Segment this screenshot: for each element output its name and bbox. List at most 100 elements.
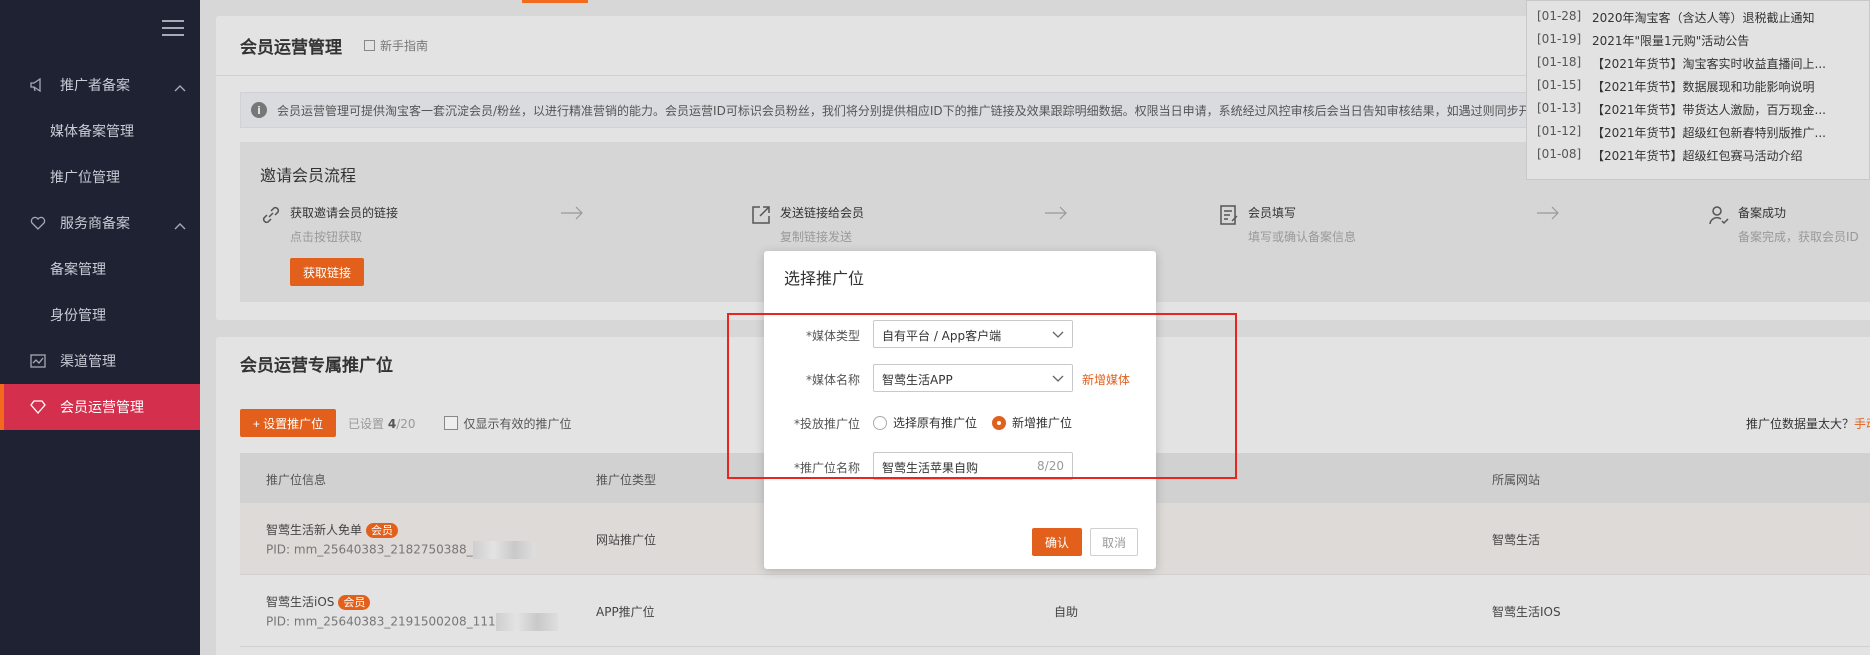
menu-toggle-icon[interactable] xyxy=(162,20,184,36)
too-much-text: 推广位数据量太大？ xyxy=(1745,416,1854,431)
announcement-item[interactable]: [01-28] 2020年淘宝客（含达人等）退税截止通知 xyxy=(1537,9,1869,32)
sidebar-item-channel[interactable]: 渠道管理 xyxy=(0,338,200,384)
announcement-item[interactable]: [01-08] 【2021年货节】超级红包赛马活动介绍 xyxy=(1537,147,1869,170)
pid-text: PID: mm_25640383_2182750388_ xyxy=(266,542,473,557)
announcement-panel: [01-28] 2020年淘宝客（含达人等）退税截止通知 [01-19] 2021年… xyxy=(1526,0,1870,180)
announcement-text: 2020年淘宝客（含达人等）退税截止通知 xyxy=(1592,11,1815,25)
flow-title: 邀请会员流程 xyxy=(260,166,357,185)
checkbox-box[interactable] xyxy=(443,416,458,430)
announcement-item[interactable]: [01-13] 【2021年货节】带货达人激励，百万现金... xyxy=(1537,101,1869,124)
announcement-text: 【2021年货节】数据展现和功能影响说明 xyxy=(1592,80,1815,94)
chevron-up-icon xyxy=(174,218,186,234)
notice-text: 会员运营管理可提供淘宝客一套沉淀会员/粉丝，以进行精准营销的能力。会员运营ID可… xyxy=(277,103,1531,118)
sidebar-group-label: 推广者备案 xyxy=(60,78,130,94)
guide-link[interactable]: 新手指南 xyxy=(364,37,428,54)
announcement-item[interactable]: [01-19] 2021年"限量1元购"活动公告 xyxy=(1537,32,1869,55)
form-icon xyxy=(1218,204,1240,226)
info-icon: i xyxy=(251,102,267,118)
sidebar-item-record-manage[interactable]: 备案管理 xyxy=(0,246,200,292)
set-count-total: /20 xyxy=(396,416,416,431)
announcement-text: 【2021年货节】淘宝客实时收益直播间上... xyxy=(1592,57,1826,71)
input-value: 智莺生活苹果自购 xyxy=(882,461,979,475)
table-row[interactable]: 智莺生活iOS 会员 PID: mm_25640383_2191500208_11… xyxy=(240,575,1870,647)
step-title: 会员填写 xyxy=(1248,206,1297,220)
guide-label: 新手指南 xyxy=(380,39,429,53)
chart-icon xyxy=(28,353,48,369)
sidebar-item-position-manage[interactable]: 推广位管理 xyxy=(0,154,200,200)
announcement-date: [01-08] xyxy=(1537,147,1582,161)
share-icon xyxy=(750,204,772,226)
arrow-right-icon xyxy=(560,206,584,220)
cancel-button[interactable]: 取消 xyxy=(1090,528,1138,556)
radio-new-position[interactable]: 新增推广位 xyxy=(992,414,1072,431)
member-badge: 会员 xyxy=(338,595,371,610)
radio-circle-selected[interactable] xyxy=(992,415,1006,430)
sidebar-group-provider[interactable]: 服务商备案 xyxy=(0,200,200,246)
placement-row: *投放推广位 选择原有推广位 新增推广位 xyxy=(764,408,1156,438)
sidebar-item-identity-manage[interactable]: 身份管理 xyxy=(0,292,200,338)
sidebar-item-media-record[interactable]: 媒体备案管理 xyxy=(0,108,200,154)
step-title: 备案成功 xyxy=(1738,206,1787,220)
column-header: 推广位类型 xyxy=(596,473,657,487)
announcement-item[interactable]: [01-15] 【2021年货节】数据展现和功能影响说明 xyxy=(1537,78,1869,101)
chevron-up-icon xyxy=(174,80,186,96)
media-name-select[interactable]: 智莺生活APP xyxy=(873,364,1073,392)
field-label: *媒体类型 xyxy=(805,329,860,343)
position-pid: PID: mm_25640383_2191500208_111 xyxy=(266,613,558,631)
step-desc: 点击按钮获取 xyxy=(290,230,363,244)
set-count: 已设置 4/20 xyxy=(348,415,416,432)
step-desc: 复制链接发送 xyxy=(780,230,853,244)
field-label: *推广位名称 xyxy=(793,461,860,475)
redacted-area xyxy=(472,541,535,559)
position-name-input[interactable]: 智莺生活苹果自购 8/20 xyxy=(873,452,1073,480)
chevron-down-icon xyxy=(1052,328,1064,340)
section-title: 会员运营专属推广位 xyxy=(240,355,393,376)
announcement-date: [01-12] xyxy=(1537,124,1582,138)
arrow-right-icon xyxy=(1536,206,1560,220)
only-valid-checkbox[interactable]: 仅显示有效的推广位 xyxy=(443,415,572,432)
media-name-row: *媒体名称 智莺生活APP 新增媒体 xyxy=(764,364,1156,394)
select-value: 自有平台 / App客户端 xyxy=(882,329,1002,343)
step-desc: 填写或确认备案信息 xyxy=(1248,230,1357,244)
position-site: 智莺生活 xyxy=(1492,533,1541,547)
announcement-text: 【2021年货节】超级红包赛马活动介绍 xyxy=(1592,149,1803,163)
sidebar: 推广者备案 媒体备案管理 推广位管理 服务商备案 备案管理 身份管理 渠道管理 … xyxy=(0,0,200,655)
column-header: 推广位信息 xyxy=(266,473,327,487)
announcement-text: 2021年"限量1元购"活动公告 xyxy=(1592,34,1750,48)
char-counter: 8/20 xyxy=(1037,459,1064,473)
announcement-text: 【2021年货节】带货达人激励，百万现金... xyxy=(1592,103,1826,117)
sidebar-item-member-ops[interactable]: 会员运营管理 xyxy=(0,384,200,430)
announcement-item[interactable]: [01-12] 【2021年货节】超级红包新春特别版推广... xyxy=(1537,124,1869,147)
sidebar-item-label: 渠道管理 xyxy=(60,354,116,370)
add-position-button[interactable]: + 设置推广位 xyxy=(240,409,336,437)
sidebar-group-promoter[interactable]: 推广者备案 xyxy=(0,62,200,108)
manual-record-link[interactable]: 手动录 xyxy=(1854,417,1870,431)
position-pid: PID: mm_25640383_2182750388_ xyxy=(266,541,535,559)
announcement-date: [01-15] xyxy=(1537,78,1582,92)
select-value: 智莺生活APP xyxy=(882,373,953,387)
radio-existing-position[interactable]: 选择原有推广位 xyxy=(873,414,977,431)
field-label: *投放推广位 xyxy=(793,417,860,431)
link-icon xyxy=(260,204,282,226)
announcement-item[interactable]: [01-18] 【2021年货节】淘宝客实时收益直播间上... xyxy=(1537,55,1869,78)
megaphone-icon xyxy=(28,77,48,93)
media-type-select[interactable]: 自有平台 / App客户端 xyxy=(873,320,1073,348)
arrow-right-icon xyxy=(1044,206,1068,220)
set-count-value: 4 xyxy=(387,416,397,431)
step-title: 发送链接给会员 xyxy=(780,206,865,220)
modal-title: 选择推广位 xyxy=(784,269,865,288)
announcement-text: 【2021年货节】超级红包新春特别版推广... xyxy=(1592,126,1826,140)
position-type: APP推广位 xyxy=(596,605,655,619)
confirm-button[interactable]: 确认 xyxy=(1032,528,1082,556)
add-media-link[interactable]: 新增媒体 xyxy=(1082,371,1130,388)
get-link-button[interactable]: 获取链接 xyxy=(290,258,364,286)
position-name: 智莺生活iOS 会员 xyxy=(266,593,371,610)
radio-label: 选择原有推广位 xyxy=(893,416,978,430)
announcement-date: [01-19] xyxy=(1537,32,1582,46)
top-tab-indicator xyxy=(522,0,588,3)
radio-circle[interactable] xyxy=(873,415,887,430)
position-name: 智莺生活新人免单 会员 xyxy=(266,521,399,538)
pid-text: PID: mm_25640383_2191500208_111 xyxy=(266,614,496,629)
position-type: 网站推广位 xyxy=(596,533,657,547)
chevron-down-icon xyxy=(1052,372,1064,384)
